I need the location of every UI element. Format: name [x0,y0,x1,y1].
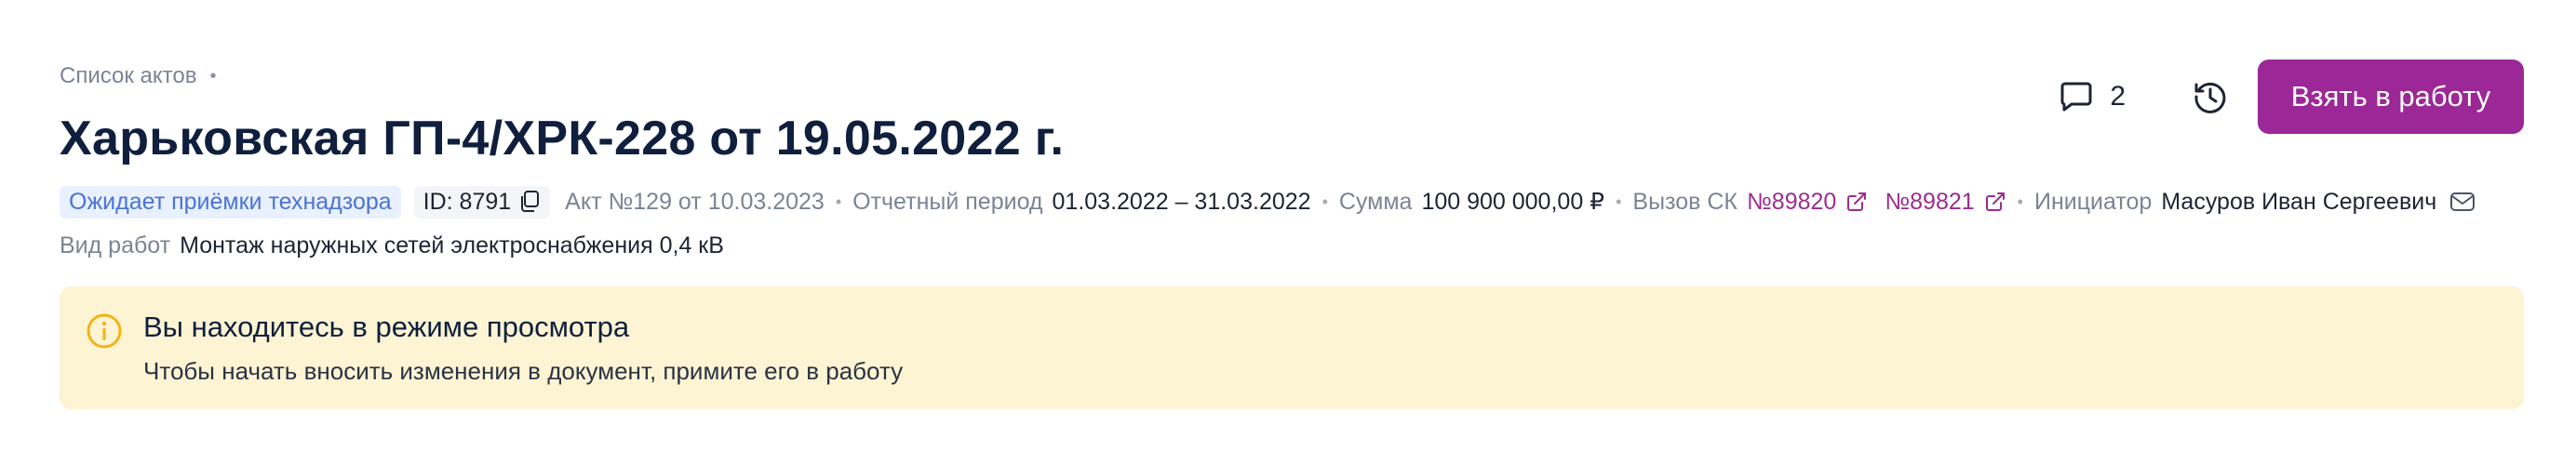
sum-label: Сумма [1338,188,1413,215]
external-link-icon [1845,191,1868,213]
history-button[interactable] [2191,77,2230,116]
initiator-name: Масуров Иван Сергеевич [2161,188,2437,215]
meta-separator: • [835,192,842,211]
breadcrumb-acts-list[interactable]: Список актов [60,63,196,89]
comments-count: 2 [2110,81,2126,112]
breadcrumb-separator: • [209,65,217,86]
meta-separator: • [1322,192,1328,211]
call-link-1[interactable]: №89820 [1747,189,1868,216]
call-link-2-text: №89821 [1885,188,1975,215]
external-link-icon [1984,191,2006,213]
work-type-label: Вид работ [60,232,171,258]
take-to-work-button[interactable]: Взять в работу [2258,60,2524,134]
work-type-row: Вид работ Монтаж наружных сетей электрос… [60,229,2524,262]
sum-value: 100 900 000,00 ₽ [1421,189,1605,215]
comments-button[interactable]: 2 [2059,81,2126,112]
mail-icon[interactable] [2449,191,2475,213]
meta-row: Ожидает приёмки технадзора ID: 8791 Акт … [60,184,2524,219]
copy-icon[interactable] [518,190,541,214]
comment-icon [2059,81,2093,112]
meta-separator: • [2017,192,2023,211]
period-label: Отчетный период [852,188,1043,215]
period-value: 01.03.2022 – 31.03.2022 [1052,188,1311,215]
work-type-value: Монтаж наружных сетей электроснабжения 0… [180,232,724,258]
alert-title: Вы находитесь в режиме просмотра [143,311,630,343]
call-link-2[interactable]: №89821 [1885,189,2006,216]
view-mode-alert: Вы находитесь в режиме просмотра Чтобы н… [60,286,2524,409]
history-icon [2193,79,2228,114]
call-label: Вызов СК [1632,188,1737,215]
document-id: ID: 8791 [413,185,551,218]
initiator-label: Инициатор [2033,188,2153,215]
info-icon [86,312,123,350]
call-link-1-text: №89820 [1746,188,1837,215]
status-badge: Ожидает приёмки технадзора [60,185,401,218]
header-actions: 2 Взять в работу [2059,60,2524,134]
meta-separator: • [1616,192,1622,211]
act-number: Акт №129 от 10.03.2023 [565,188,825,215]
document-id-text: ID: 8791 [423,188,512,215]
alert-text: Чтобы начать вносить изменения в докумен… [143,357,904,385]
